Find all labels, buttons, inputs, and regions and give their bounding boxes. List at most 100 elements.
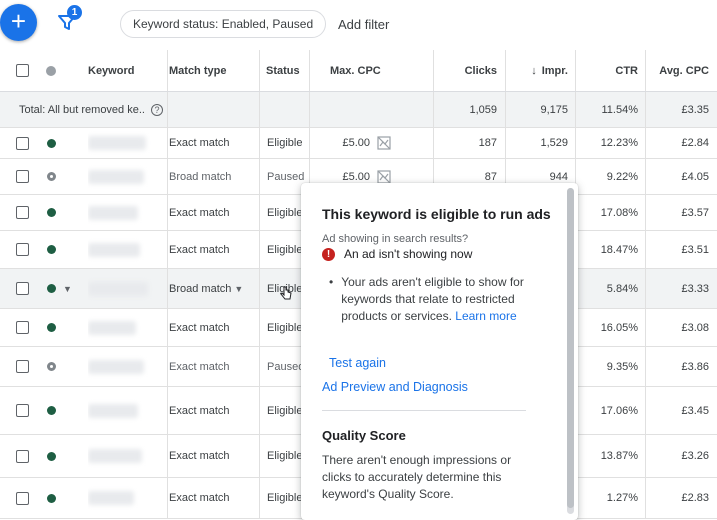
keyword-text-redacted[interactable] [88,242,140,257]
keyword-text-redacted[interactable] [88,281,148,296]
row-checkbox[interactable] [15,404,29,417]
row-checkbox[interactable] [15,449,29,463]
column-header-match-type[interactable]: Match type [169,50,259,91]
reason-bullet: • Your ads aren't eligible to show for k… [329,274,549,325]
row-checkbox[interactable] [15,243,29,256]
total-row: Total: All but removed ke... ? 1,059 9,1… [0,92,717,128]
total-clicks: 1,059 [469,103,497,116]
avg-cpc-value: £2.83 [681,492,709,504]
ctr-value: 17.06% [600,404,638,417]
status-dot-icon[interactable] [46,493,56,503]
ctr-value: 12.23% [600,137,638,149]
ad-preview-diagnosis-link[interactable]: Ad Preview and Diagnosis [322,380,468,394]
avg-cpc-value: £3.86 [681,360,709,373]
status-dot-icon[interactable] [46,362,56,371]
column-header-ctr[interactable]: CTR [580,50,638,91]
ctr-value: 9.22% [606,170,638,183]
keyword-status-filter-chip[interactable]: Keyword status: Enabled, Paused [120,10,327,38]
status-dot-icon[interactable] [46,451,56,461]
select-all-checkbox[interactable] [15,64,29,77]
keyword-text-redacted[interactable] [88,136,146,150]
match-type: Exact match [169,137,230,149]
help-icon[interactable]: ? [151,103,163,116]
status-dot-icon[interactable] [46,406,56,415]
ctr-value: 18.47% [600,243,638,256]
total-impr: 9,175 [540,103,568,116]
popover-scroll-thumb[interactable] [567,188,574,508]
keyword-text-redacted[interactable] [88,403,138,418]
keyword-text-redacted[interactable] [88,449,142,463]
eligibility-popover: This keyword is eligible to run ads Ad s… [301,183,578,520]
row-checkbox[interactable] [15,206,29,219]
column-header-impr-label: Impr. [541,64,568,77]
row-checkbox[interactable] [15,136,29,150]
ctr-value: 1.27% [606,492,638,504]
chart-off-icon[interactable] [377,136,391,150]
keyword-text-redacted[interactable] [88,169,144,184]
match-type-dropdown-icon[interactable]: ▼ [234,284,243,294]
status-dot-icon[interactable] [46,245,56,254]
match-type: Exact match [169,321,230,334]
ad-status-alert: ! An ad isn't showing now [322,247,472,261]
status-dot-icon[interactable] [46,284,56,293]
status-column-icon[interactable] [46,65,56,76]
add-button[interactable]: + [0,4,37,41]
keyword-text-redacted[interactable] [88,491,134,505]
keyword-text-redacted[interactable] [88,320,136,335]
status-dot-icon[interactable] [46,138,56,148]
column-header-keyword[interactable]: Keyword [88,50,158,91]
avg-cpc-value: £3.08 [681,321,709,334]
match-type[interactable]: Broad match [169,283,231,295]
row-checkbox[interactable] [15,282,29,295]
column-header-avg-cpc[interactable]: Avg. CPC [650,50,709,91]
match-type: Exact match [169,404,230,417]
total-avg-cpc: £3.35 [681,103,709,116]
status-dot-icon[interactable] [46,172,56,181]
row-checkbox[interactable] [15,491,29,505]
row-checkbox[interactable] [15,360,29,373]
hand-cursor-icon [280,286,292,300]
avg-cpc-value: £3.33 [681,282,709,295]
test-again-link[interactable]: Test again [329,356,386,370]
quality-score-text: There aren't enough impressions or click… [322,453,512,501]
ctr-value: 9.35% [606,360,638,373]
match-type: Exact match [169,450,230,462]
row-checkbox[interactable] [15,321,29,334]
status-dot-icon[interactable] [46,323,56,332]
column-header-impr[interactable]: ↓ Impr. [510,50,568,91]
max-cpc[interactable]: £5.00 [330,128,370,158]
learn-more-link[interactable]: Learn more [455,309,516,323]
avg-cpc-value: £3.51 [681,243,709,256]
avg-cpc-value: £2.84 [681,137,709,149]
sort-descending-icon: ↓ [531,64,537,77]
ctr-value: 16.05% [600,321,638,334]
status-text[interactable]: Eligible [267,128,307,158]
match-type: Exact match [169,492,230,504]
clicks-value: 187 [478,137,497,149]
popover-subtitle: Ad showing in search results? [322,233,469,245]
popover-scrollbar[interactable] [567,188,574,514]
add-filter-button[interactable]: Add filter [338,17,389,32]
ctr-value: 5.84% [606,282,638,295]
column-header-max-cpc[interactable]: Max. CPC [330,50,390,91]
avg-cpc-value: £3.45 [681,404,709,417]
keyword-text-redacted[interactable] [88,205,138,220]
status-dropdown-arrow-icon[interactable]: ▼ [63,284,70,294]
ctr-value: 17.08% [600,206,638,219]
table-row[interactable]: Exact match Eligible £5.00 187 1,529 12.23% £2… [0,128,717,159]
table-header: Keyword Match type Status Max. CPC Click… [0,50,717,92]
chart-off-icon[interactable] [377,169,391,184]
error-icon: ! [322,247,335,261]
column-header-status[interactable]: Status [266,50,306,91]
status-dot-icon[interactable] [46,208,56,217]
impr-value: 1,529 [540,137,568,149]
match-type: Exact match [169,243,230,256]
match-type: Exact match [169,360,230,373]
column-header-clicks[interactable]: Clicks [440,50,497,91]
keyword-text-redacted[interactable] [88,359,144,374]
avg-cpc-value: £3.57 [681,206,709,219]
avg-cpc-value: £3.26 [681,450,709,462]
total-ctr: 11.54% [601,103,639,116]
popover-divider [322,410,526,411]
row-checkbox[interactable] [15,170,29,183]
